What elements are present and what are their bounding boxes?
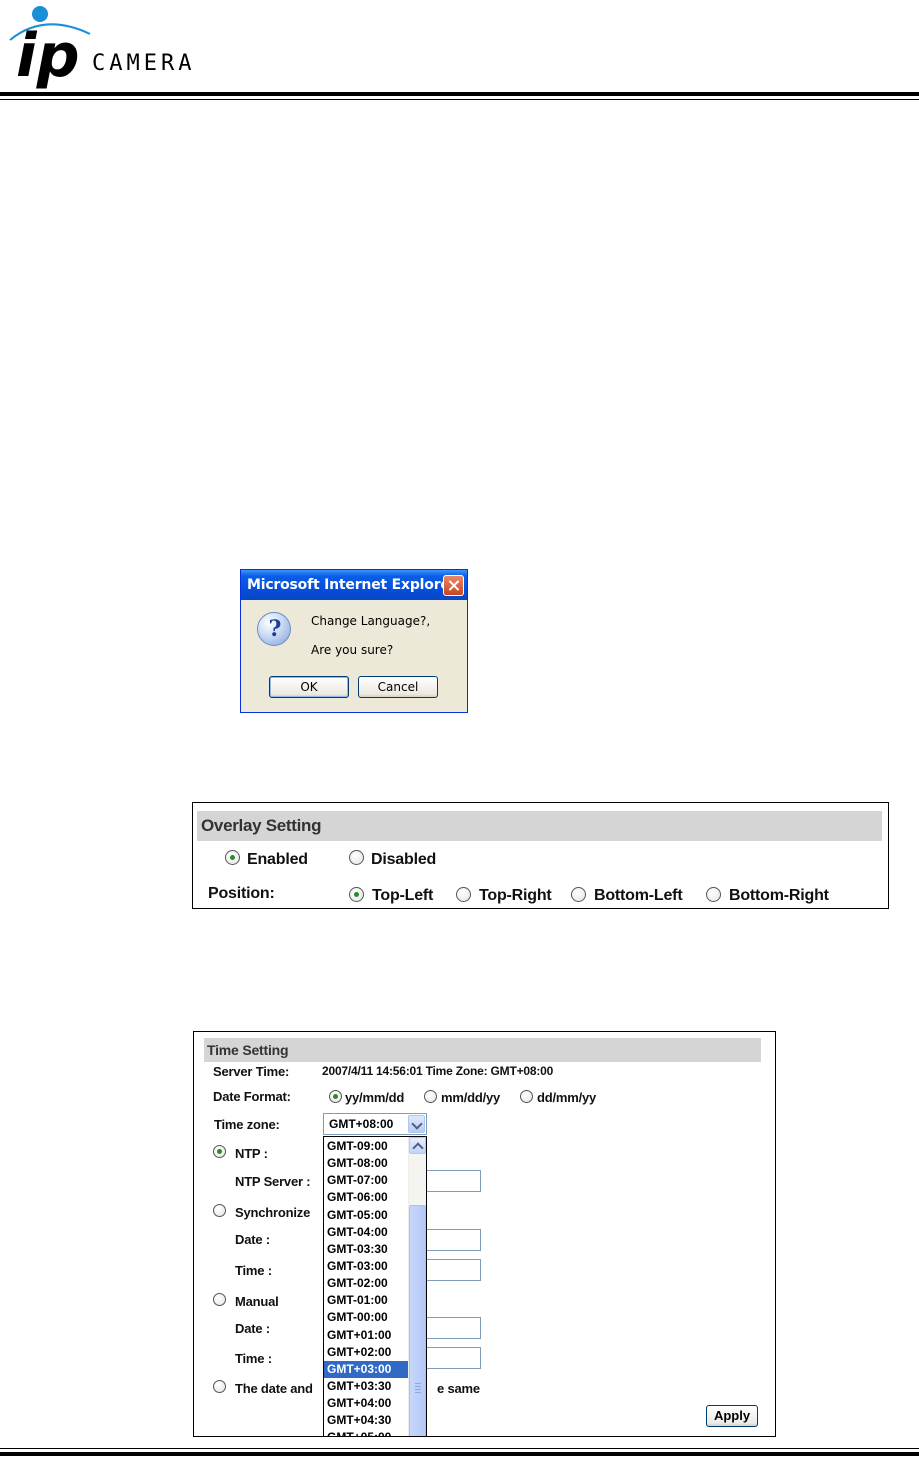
timezone-option[interactable]: GMT+04:30 bbox=[324, 1412, 409, 1429]
overlay-enabled-label: Enabled bbox=[247, 851, 308, 868]
timezone-options: GMT-09:00 GMT-08:00 GMT-07:00 GMT-06:00 GMT-… bbox=[324, 1138, 409, 1436]
logo-dot bbox=[32, 6, 48, 22]
position-bottom-left-label: Bottom-Left bbox=[594, 887, 683, 904]
timezone-option[interactable]: GMT-04:00 bbox=[324, 1224, 409, 1241]
cancel-button[interactable]: Cancel bbox=[358, 676, 438, 698]
footer-rule-thick bbox=[0, 1452, 919, 1456]
same-as-pc-label-left: The date and bbox=[235, 1381, 313, 1396]
position-top-left-radio[interactable] bbox=[349, 887, 364, 902]
timezone-option[interactable]: GMT-07:00 bbox=[324, 1172, 409, 1189]
timezone-option[interactable]: GMT-02:00 bbox=[324, 1275, 409, 1292]
dropdown-scrollbar[interactable] bbox=[408, 1137, 426, 1436]
position-top-right-label: Top-Right bbox=[479, 887, 552, 904]
timezone-option[interactable]: GMT+03:30 bbox=[324, 1378, 409, 1395]
date-format-yymmdd-radio[interactable] bbox=[329, 1090, 342, 1103]
sync-date-label: Date : bbox=[235, 1232, 270, 1247]
date-format-ddmmyy-radio[interactable] bbox=[520, 1090, 533, 1103]
timezone-option[interactable]: GMT-08:00 bbox=[324, 1155, 409, 1172]
chevron-down-icon[interactable] bbox=[408, 1115, 425, 1133]
timezone-option[interactable]: GMT-03:00 bbox=[324, 1258, 409, 1275]
same-as-pc-label-right: e same bbox=[437, 1381, 480, 1396]
close-icon[interactable] bbox=[443, 575, 464, 596]
ip-camera-logo: ip CAMERA bbox=[9, 6, 195, 90]
sync-time-label: Time : bbox=[235, 1263, 272, 1278]
position-bottom-right-radio[interactable] bbox=[706, 887, 721, 902]
date-format-ddmmyy-label: dd/mm/yy bbox=[537, 1090, 597, 1105]
timezone-option[interactable]: GMT-09:00 bbox=[324, 1138, 409, 1155]
overlay-disabled-label: Disabled bbox=[371, 851, 437, 868]
overlay-setting-header: Overlay Setting bbox=[197, 811, 882, 841]
timezone-option[interactable]: GMT-03:30 bbox=[324, 1241, 409, 1258]
logo-ip-text: ip bbox=[16, 21, 80, 90]
ntp-label: NTP : bbox=[235, 1146, 268, 1161]
manual-label: Manual bbox=[235, 1294, 279, 1309]
scrollbar-thumb[interactable] bbox=[409, 1205, 426, 1436]
date-format-yymmdd-label: yy/mm/dd bbox=[345, 1090, 405, 1105]
header-rule-thick bbox=[0, 92, 919, 96]
timezone-selected-value: GMT+08:00 bbox=[329, 1117, 394, 1131]
date-format-label: Date Format: bbox=[213, 1089, 291, 1104]
timezone-option[interactable]: GMT+01:00 bbox=[324, 1327, 409, 1344]
timezone-option[interactable]: GMT-01:00 bbox=[324, 1292, 409, 1309]
timezone-option[interactable]: GMT+04:00 bbox=[324, 1395, 409, 1412]
timezone-option[interactable]: GMT-05:00 bbox=[324, 1207, 409, 1224]
date-format-mmddyy-radio[interactable] bbox=[424, 1090, 437, 1103]
time-setting-title: Time Setting bbox=[207, 1042, 289, 1058]
timezone-option[interactable]: GMT-00:00 bbox=[324, 1309, 409, 1326]
manual-date-label: Date : bbox=[235, 1321, 270, 1336]
time-setting-panel: Time Setting Server Time: 2007/4/11 14:5… bbox=[193, 1031, 776, 1437]
position-bottom-left-radio[interactable] bbox=[571, 887, 586, 902]
ntp-radio[interactable] bbox=[213, 1145, 226, 1158]
apply-button[interactable]: Apply bbox=[706, 1405, 758, 1427]
timezone-option[interactable]: GMT+05:00 bbox=[324, 1429, 409, 1436]
position-label: Position: bbox=[208, 885, 275, 902]
confirm-dialog: Microsoft Internet Explorer ? Change Lan… bbox=[240, 569, 468, 713]
overlay-setting-panel: Overlay Setting Enabled Disabled Positio… bbox=[192, 802, 889, 909]
footer-rule-thin bbox=[0, 1448, 919, 1449]
same-as-pc-radio[interactable] bbox=[213, 1380, 226, 1393]
question-icon: ? bbox=[257, 612, 291, 646]
server-time-value: 2007/4/11 14:56:01 Time Zone: GMT+08:00 bbox=[322, 1064, 554, 1078]
synchronize-radio[interactable] bbox=[213, 1204, 226, 1217]
sync-date-input[interactable] bbox=[425, 1229, 481, 1251]
ntp-server-label: NTP Server : bbox=[235, 1174, 311, 1189]
manual-time-label: Time : bbox=[235, 1351, 272, 1366]
timezone-label: Time zone: bbox=[214, 1117, 280, 1132]
position-top-right-radio[interactable] bbox=[456, 887, 471, 902]
logo-camera-text: CAMERA bbox=[92, 51, 195, 76]
dialog-message-line2: Are you sure? bbox=[311, 643, 394, 657]
scroll-up-icon[interactable] bbox=[409, 1137, 426, 1154]
dialog-message-line1: Change Language?, bbox=[311, 614, 431, 628]
date-format-mmddyy-label: mm/dd/yy bbox=[441, 1090, 501, 1105]
overlay-enabled-radio[interactable] bbox=[225, 850, 240, 865]
timezone-option[interactable]: GMT+03:00 bbox=[324, 1360, 409, 1378]
dialog-title: Microsoft Internet Explorer bbox=[247, 577, 457, 593]
synchronize-label: Synchronize bbox=[235, 1205, 311, 1220]
timezone-dropdown-list[interactable]: GMT-09:00 GMT-08:00 GMT-07:00 GMT-06:00 GMT-… bbox=[323, 1136, 427, 1436]
manual-radio[interactable] bbox=[213, 1293, 226, 1306]
sync-time-input[interactable] bbox=[425, 1259, 481, 1281]
position-bottom-right-label: Bottom-Right bbox=[729, 887, 829, 904]
overlay-setting-title: Overlay Setting bbox=[201, 816, 322, 835]
timezone-select[interactable]: GMT+08:00 bbox=[323, 1113, 427, 1135]
server-time-label: Server Time: bbox=[213, 1064, 290, 1079]
header-rule-thin bbox=[0, 99, 919, 100]
manual-time-input[interactable] bbox=[425, 1347, 481, 1369]
time-setting-header: Time Setting bbox=[204, 1038, 761, 1062]
timezone-option[interactable]: GMT-06:00 bbox=[324, 1189, 409, 1206]
timezone-option[interactable]: GMT+02:00 bbox=[324, 1344, 409, 1361]
ok-button[interactable]: OK bbox=[269, 676, 349, 698]
ntp-server-input[interactable] bbox=[425, 1170, 481, 1192]
position-top-left-label: Top-Left bbox=[372, 887, 434, 904]
manual-date-input[interactable] bbox=[425, 1317, 481, 1339]
overlay-disabled-radio[interactable] bbox=[349, 850, 364, 865]
dialog-titlebar[interactable]: Microsoft Internet Explorer bbox=[241, 570, 467, 600]
